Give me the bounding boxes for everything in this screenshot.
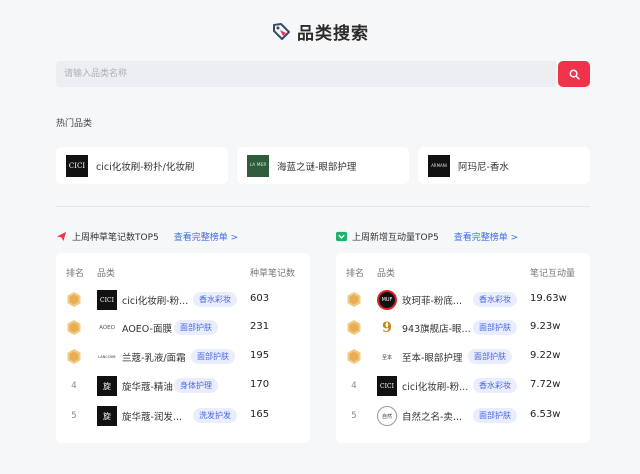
category-name: cici化妆刷-粉... xyxy=(122,296,189,307)
view-full-list-link[interactable]: 查看完整榜单 > xyxy=(174,230,238,243)
column-header-value: 种草笔记数 xyxy=(250,269,296,279)
column-header-value: 笔记互动量 xyxy=(530,269,576,279)
section-title: 上周种草笔记数TOP5 xyxy=(72,232,159,243)
category-tag-badge: 香水彩妆 xyxy=(193,292,237,307)
hot-category-name: 海蓝之谜-眼部护理 xyxy=(277,161,357,173)
rank-number: 5 xyxy=(71,411,77,421)
gold-medal-icon xyxy=(346,292,362,308)
category-name: cici化妆刷-粉... xyxy=(402,382,469,393)
category-name: 自然之名-卖... xyxy=(402,412,462,423)
note-count: 603 xyxy=(250,293,270,304)
brand-logo: CICI xyxy=(377,376,397,396)
ranking-row[interactable]: 5 自然 自然之名-卖... 面部护肤 6.53w xyxy=(336,404,590,428)
search-bar xyxy=(56,61,590,87)
interaction-count: 7.72w xyxy=(530,379,561,390)
category-tag-badge: 洗发护发 xyxy=(193,408,237,423)
paper-plane-icon xyxy=(56,231,67,241)
brand-logo: LANCOME xyxy=(98,355,116,359)
category-tag-badge: 身体护理 xyxy=(174,378,218,393)
hot-category-name: cici化妆刷-粉扑/化妆刷 xyxy=(96,161,195,173)
category-tag-badge: 香水彩妆 xyxy=(473,378,517,393)
silver-medal-icon xyxy=(346,320,362,336)
column-header-category: 品类 xyxy=(97,269,116,279)
ranking-row[interactable]: 9 943旗舰店-眼... 面部护肤 9.23w xyxy=(336,316,590,340)
hot-category-card[interactable]: ARMANI 阿玛尼-香水 xyxy=(418,147,590,184)
category-tag-badge: 面部护肤 xyxy=(473,320,517,335)
brand-logo: 旋 xyxy=(97,406,117,426)
category-tag-badge: 面部护肤 xyxy=(473,408,517,423)
category-tag-badge: 香水彩妆 xyxy=(473,292,517,307)
brand-logo: AOEO xyxy=(99,325,115,331)
brand-logo: 至本 xyxy=(381,354,392,361)
ranking-row[interactable]: 4 旋 旋华蔻-精油 身体护理 170 xyxy=(56,374,310,398)
brand-logo: 旋 xyxy=(97,376,117,396)
ranking-row[interactable]: 至本 至本-眼部护理 面部护肤 9.22w xyxy=(336,345,590,369)
category-name: 旋华蔻-润发... xyxy=(122,412,182,423)
brand-logo: 自然 xyxy=(377,406,397,426)
column-header-rank: 排名 xyxy=(66,269,85,279)
price-tag-icon xyxy=(273,23,290,40)
ranking-row[interactable]: 4 CICI cici化妆刷-粉... 香水彩妆 7.72w xyxy=(336,374,590,398)
category-tag-badge: 面部护肤 xyxy=(191,349,235,364)
right-ranking-panel: 排名 品类 笔记互动量 MUF 玫珂菲-粉底... 香水彩妆 19.63w 9 … xyxy=(336,253,590,443)
note-count: 195 xyxy=(250,350,270,361)
rank-number: 4 xyxy=(71,381,77,391)
interaction-count: 6.53w xyxy=(530,409,561,420)
brand-logo: MUF xyxy=(377,290,397,310)
hot-categories-label: 热门品类 xyxy=(56,119,93,129)
note-count: 170 xyxy=(250,379,270,390)
category-name: AOEO-面膜 xyxy=(122,324,172,335)
brand-logo: LA MER xyxy=(247,154,269,177)
brand-logo: 9 xyxy=(382,320,392,336)
ranking-row[interactable]: MUF 玫珂菲-粉底... 香水彩妆 19.63w xyxy=(336,288,590,312)
interaction-count: 9.22w xyxy=(530,350,561,361)
category-name: 玫珂菲-粉底... xyxy=(402,296,462,307)
category-name: 至本-眼部护理 xyxy=(402,353,463,364)
brand-logo: CICI xyxy=(97,290,117,310)
category-name: 兰蔻-乳液/面霜 xyxy=(122,353,186,364)
view-full-list-link[interactable]: 查看完整榜单 > xyxy=(454,230,518,243)
rank-number: 4 xyxy=(351,381,357,391)
interaction-count: 9.23w xyxy=(530,321,561,332)
hot-category-card[interactable]: LA MER 海蓝之谜-眼部护理 xyxy=(237,147,409,184)
left-ranking-panel: 排名 品类 种草笔记数 CICI cici化妆刷-粉... 香水彩妆 603 A… xyxy=(56,253,310,443)
chevron-down-icon xyxy=(336,231,347,241)
hot-category-name: 阿玛尼-香水 xyxy=(458,161,509,173)
silver-medal-icon xyxy=(66,320,82,336)
interaction-count: 19.63w xyxy=(530,293,567,304)
bronze-medal-icon xyxy=(346,349,362,365)
ranking-row[interactable]: LANCOME 兰蔻-乳液/面霜 面部护肤 195 xyxy=(56,345,310,369)
divider xyxy=(56,206,590,207)
left-section-header: 上周种草笔记数TOP5 查看完整榜单 > xyxy=(56,229,238,243)
brand-logo: CICI xyxy=(66,154,88,177)
page-title: 品类搜索 xyxy=(297,23,369,44)
category-name: 943旗舰店-眼... xyxy=(402,324,471,335)
search-icon xyxy=(569,69,580,80)
ranking-row[interactable]: 5 旋 旋华蔻-润发... 洗发护发 165 xyxy=(56,404,310,428)
search-button[interactable] xyxy=(558,61,590,87)
note-count: 165 xyxy=(250,409,270,420)
bronze-medal-icon xyxy=(66,349,82,365)
section-title: 上周新增互动量TOP5 xyxy=(352,232,439,243)
category-tag-badge: 面部护肤 xyxy=(468,349,512,364)
gold-medal-icon xyxy=(66,292,82,308)
right-section-header: 上周新增互动量TOP5 查看完整榜单 > xyxy=(336,229,518,243)
search-input[interactable] xyxy=(56,61,556,87)
column-header-category: 品类 xyxy=(377,269,396,279)
hot-category-card[interactable]: CICI cici化妆刷-粉扑/化妆刷 xyxy=(56,147,228,184)
page-header: 品类搜索 xyxy=(0,18,640,44)
brand-logo: ARMANI xyxy=(428,154,450,177)
rank-number: 5 xyxy=(351,411,357,421)
category-name: 旋华蔻-精油 xyxy=(122,382,173,393)
ranking-row[interactable]: CICI cici化妆刷-粉... 香水彩妆 603 xyxy=(56,288,310,312)
note-count: 231 xyxy=(250,321,270,332)
column-header-rank: 排名 xyxy=(346,269,365,279)
ranking-row[interactable]: AOEO AOEO-面膜 面部护肤 231 xyxy=(56,316,310,340)
category-tag-badge: 面部护肤 xyxy=(174,320,218,335)
